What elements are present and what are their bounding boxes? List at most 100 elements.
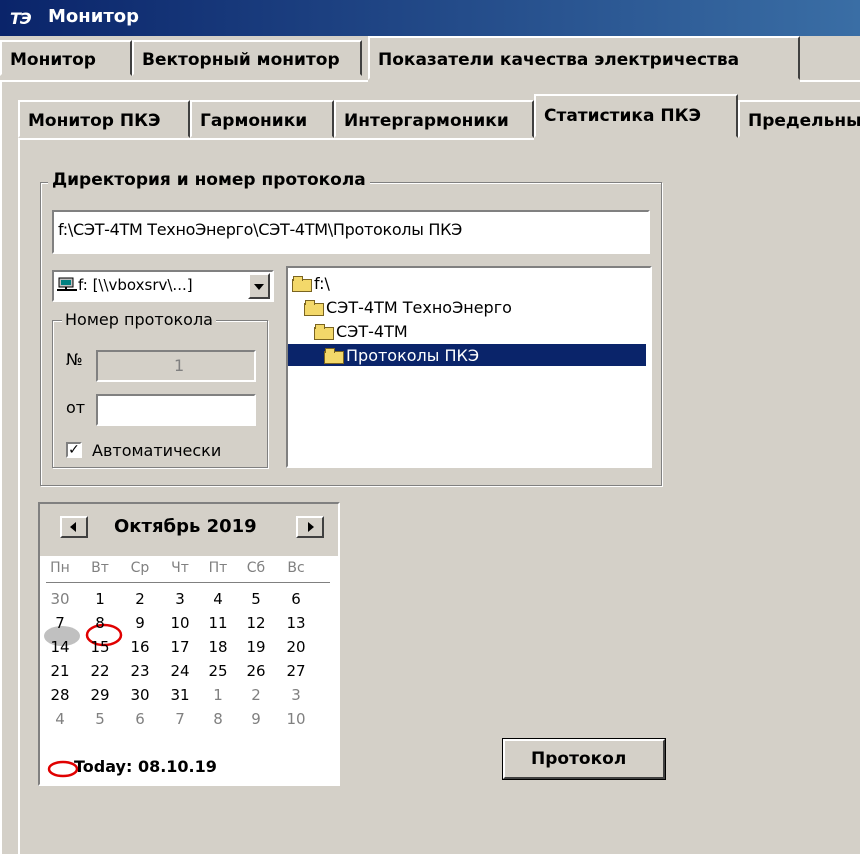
calendar-grid: Пн Вт Ср Чт Пт Сб Вс 30 1 2 3 4 5 6 7 8 9 10 11 12 13… [40,560,338,760]
calendar-day[interactable]: 16 [128,638,152,656]
weekday-label: Ср [130,560,150,576]
calendar-day[interactable]: 24 [168,662,192,680]
tree-item-label: СЭТ-4ТМ ТехноЭнерго [326,297,512,317]
calendar-today-label[interactable]: Today: 08.10.19 [74,757,217,776]
calendar-day[interactable]: 30 [128,686,152,704]
protocol-button[interactable]: Протокол [502,738,666,780]
path-field[interactable]: f:\СЭТ-4ТМ ТехноЭнерго\СЭТ-4ТМ\Протоколы… [52,210,650,254]
drive-select[interactable]: f: [\\vboxsrv\...] [52,270,274,302]
calendar-day[interactable]: 10 [284,710,308,728]
calendar-day[interactable]: 13 [284,614,308,632]
calendar-prev-button[interactable] [60,516,88,538]
number-label: № [66,350,83,369]
calendar-day[interactable]: 2 [244,686,268,704]
calendar-day[interactable]: 22 [88,662,112,680]
protocol-button-face: Протокол [503,739,665,779]
tab-baseline-right [800,80,860,82]
calendar-day[interactable]: 4 [206,590,230,608]
weekday-label: Сб [246,560,266,576]
calendar-next-button[interactable] [296,516,324,538]
tree-item-protocols-pke[interactable]: Протоколы ПКЭ [288,344,646,366]
calendar-day[interactable]: 31 [168,686,192,704]
weekday-label: Вт [91,560,109,576]
calendar-day[interactable]: 27 [284,662,308,680]
subtab-limits[interactable]: Предельны [738,100,860,138]
calendar-day[interactable]: 29 [88,686,112,704]
tree-item-set4tm[interactable]: СЭТ-4ТМ [314,320,408,342]
tree-item-setechnoenergo[interactable]: СЭТ-4ТМ ТехноЭнерго [304,296,512,318]
calendar-day[interactable]: 4 [48,710,72,728]
open-folder-icon [314,324,334,340]
title-bar: ТЭ Монитор [0,0,860,36]
weekday-label: Вс [287,560,305,576]
calendar-day[interactable]: 5 [244,590,268,608]
directory-tree[interactable]: f:\ СЭТ-4ТМ ТехноЭнерго СЭТ-4ТМ Протокол… [286,266,652,468]
number-value: 1 [174,356,185,375]
subtab-statistics-pke[interactable]: Статистика ПКЭ [534,94,738,138]
tab-power-quality[interactable]: Показатели качества электричества [368,36,800,80]
chevron-down-icon [254,284,264,290]
subtab-monitor-pke[interactable]: Монитор ПКЭ [18,100,190,138]
weekday-divider [46,582,330,583]
drive-dropdown-button[interactable] [248,273,270,299]
from-date-field[interactable] [96,394,256,426]
tree-item-label: СЭТ-4ТМ [336,321,408,341]
tab-monitor[interactable]: Монитор [0,40,132,76]
subtab-harmonics[interactable]: Гармоники [190,100,334,138]
calendar-day[interactable]: 18 [206,638,230,656]
calendar-day[interactable]: 3 [284,686,308,704]
calendar-day[interactable]: 21 [48,662,72,680]
calendar-day[interactable]: 26 [244,662,268,680]
protocol-groupbox-legend: Директория и номер протокола [48,170,370,190]
calendar-day[interactable]: 9 [244,710,268,728]
subtab-baseline [18,138,534,140]
protocol-button-label: Протокол [531,749,627,769]
calendar-day[interactable]: 20 [284,638,308,656]
calendar[interactable]: Октябрь 2019 Пн Вт Ср Чт Пт Сб Вс 30 1 2 3 4… [38,502,340,786]
calendar-day[interactable]: 1 [206,686,230,704]
weekday-label: Пн [50,560,70,576]
from-label: от [66,398,86,417]
outer-left-edge [0,82,2,854]
calendar-day[interactable]: 30 [48,590,72,608]
tree-item-label: f:\ [314,273,330,293]
calendar-day[interactable]: 3 [168,590,192,608]
calendar-day[interactable]: 2 [128,590,152,608]
calendar-day[interactable]: 7 [168,710,192,728]
calendar-day[interactable]: 5 [88,710,112,728]
calendar-day[interactable]: 23 [128,662,152,680]
calendar-day[interactable]: 11 [206,614,230,632]
calendar-day[interactable]: 10 [168,614,192,632]
calendar-day[interactable]: 7 [48,614,72,632]
inner-left-edge [18,140,20,854]
weekday-label: Пт [208,560,228,576]
open-folder-icon [324,348,344,364]
calendar-month-title[interactable]: Октябрь 2019 [114,516,257,537]
path-value: f:\СЭТ-4ТМ ТехноЭнерго\СЭТ-4ТМ\Протоколы… [58,220,463,239]
calendar-day[interactable]: 9 [128,614,152,632]
auto-checkbox[interactable]: ✓ [66,442,82,458]
weekday-label: Чт [171,560,189,576]
calendar-day[interactable]: 8 [206,710,230,728]
calendar-day[interactable]: 12 [244,614,268,632]
calendar-day[interactable]: 28 [48,686,72,704]
number-field[interactable]: 1 [96,350,256,382]
calendar-day[interactable]: 6 [128,710,152,728]
calendar-day[interactable]: 1 [88,590,112,608]
tree-item-root[interactable]: f:\ [292,272,330,294]
calendar-day[interactable]: 14 [48,638,72,656]
chevron-right-icon [308,522,314,532]
auto-label: Автоматически [92,441,222,460]
subtab-interharmonics[interactable]: Интергармоники [334,100,534,138]
calendar-day[interactable]: 17 [168,638,192,656]
tab-vector-monitor[interactable]: Векторный монитор [132,40,362,76]
calendar-day[interactable]: 6 [284,590,308,608]
calendar-day[interactable]: 8 [88,614,112,632]
tab-baseline [0,80,368,82]
network-drive-icon [57,277,77,293]
calendar-day[interactable]: 19 [244,638,268,656]
calendar-day[interactable]: 25 [206,662,230,680]
app-logo-icon: ТЭ [10,9,32,28]
number-groupbox-legend: Номер протокола [62,310,216,329]
calendar-day[interactable]: 15 [88,638,112,656]
